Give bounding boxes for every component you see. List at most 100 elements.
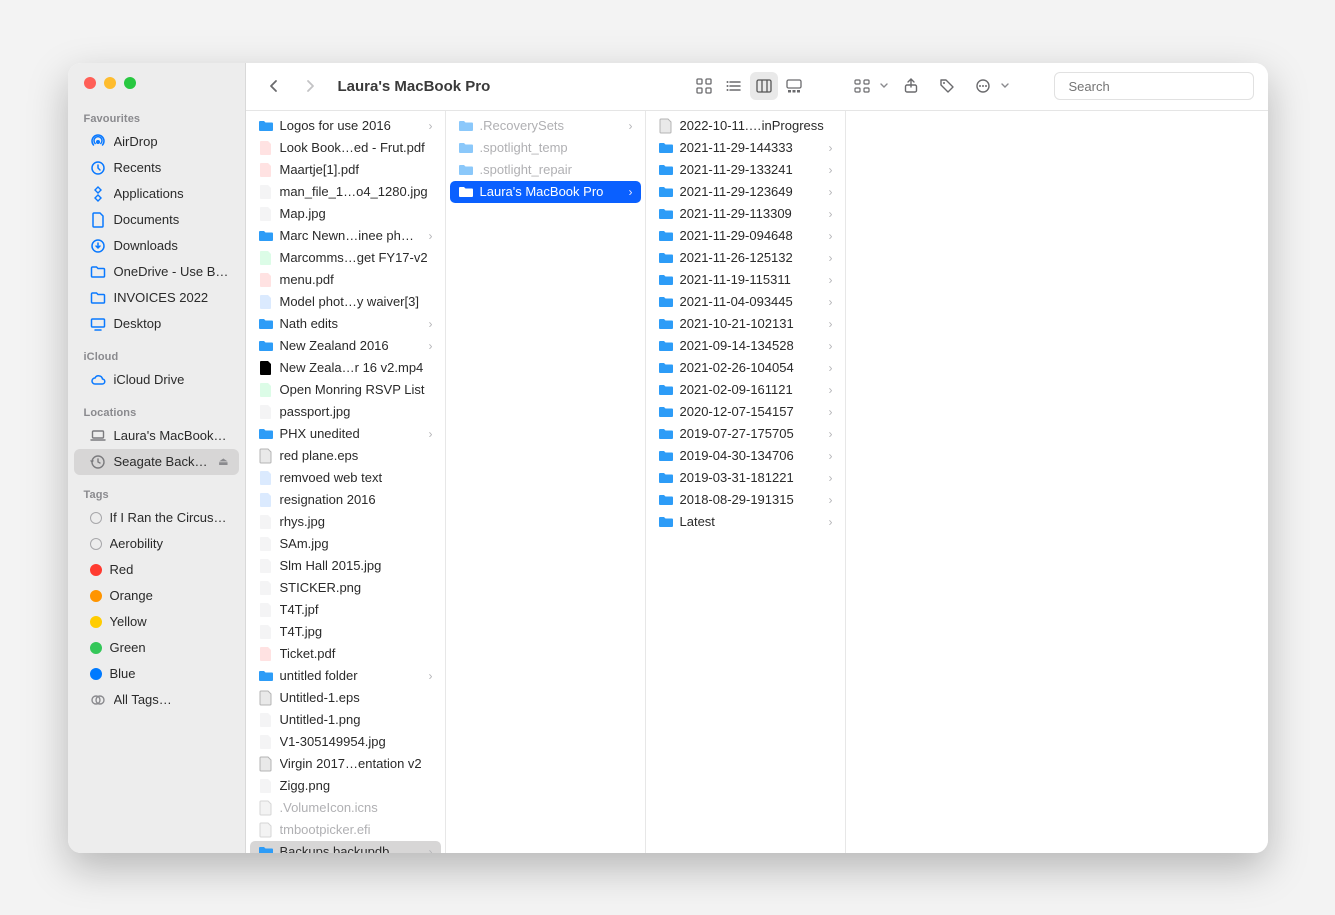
column-2[interactable]: 2022-10-11.…inProgress2021-11-29-144333›… — [646, 111, 846, 853]
file-row[interactable]: Map.jpg — [250, 203, 441, 225]
sidebar-item[interactable]: Downloads — [74, 233, 239, 259]
file-row[interactable]: resignation 2016 — [250, 489, 441, 511]
file-row[interactable]: tmbootpicker.efi — [250, 819, 441, 841]
file-row[interactable]: SAm.jpg — [250, 533, 441, 555]
file-row[interactable]: Look Book…ed - Frut.pdf — [250, 137, 441, 159]
file-row[interactable]: STICKER.png — [250, 577, 441, 599]
sidebar-item[interactable]: Seagate Backu…⏏ — [74, 449, 239, 475]
view-list-button[interactable] — [720, 72, 748, 100]
file-row[interactable]: 2021-11-26-125132› — [650, 247, 841, 269]
file-row[interactable]: 2019-04-30-134706› — [650, 445, 841, 467]
file-row[interactable]: Laura's MacBook Pro› — [450, 181, 641, 203]
tags-button[interactable] — [933, 72, 961, 100]
fullscreen-button[interactable] — [124, 77, 136, 89]
back-button[interactable] — [260, 72, 288, 100]
file-row[interactable]: Model phot…y waiver[3] — [250, 291, 441, 313]
share-button[interactable] — [897, 72, 925, 100]
file-row[interactable]: 2021-02-09-161121› — [650, 379, 841, 401]
file-row[interactable]: Slm Hall 2015.jpg — [250, 555, 441, 577]
sidebar-item[interactable]: Yellow — [74, 609, 239, 635]
sidebar-item[interactable]: If I Ran the Circus… — [74, 505, 239, 531]
file-row[interactable]: Untitled-1.eps — [250, 687, 441, 709]
file-row[interactable]: Zigg.png — [250, 775, 441, 797]
sidebar-item[interactable]: Red — [74, 557, 239, 583]
sidebar-item[interactable]: Recents — [74, 155, 239, 181]
file-row[interactable]: 2019-07-27-175705› — [650, 423, 841, 445]
file-row[interactable]: 2021-11-19-115311› — [650, 269, 841, 291]
sidebar-item[interactable]: iCloud Drive — [74, 367, 239, 393]
file-row[interactable]: Latest› — [650, 511, 841, 533]
file-row[interactable]: Virgin 2017…entation v2 — [250, 753, 441, 775]
file-row[interactable]: 2021-11-29-123649› — [650, 181, 841, 203]
file-row[interactable]: PHX unedited› — [250, 423, 441, 445]
file-row[interactable]: Open Monring RSVP List — [250, 379, 441, 401]
file-row[interactable]: menu.pdf — [250, 269, 441, 291]
file-row[interactable]: Logos for use 2016› — [250, 115, 441, 137]
search-input[interactable] — [1069, 79, 1245, 94]
file-row[interactable]: T4T.jpg — [250, 621, 441, 643]
sidebar-item[interactable]: Desktop — [74, 311, 239, 337]
file-row[interactable]: Nath edits› — [250, 313, 441, 335]
file-row[interactable]: Maartje[1].pdf — [250, 159, 441, 181]
minimize-button[interactable] — [104, 77, 116, 89]
column-0[interactable]: Logos for use 2016›Look Book…ed - Frut.p… — [246, 111, 446, 853]
actions-menu-button[interactable] — [969, 72, 997, 100]
folder-icon — [258, 844, 274, 853]
sidebar-item-label: All Tags… — [114, 692, 172, 707]
file-row[interactable]: 2020-12-07-154157› — [650, 401, 841, 423]
view-columns-button[interactable] — [750, 72, 778, 100]
forward-button[interactable] — [296, 72, 324, 100]
sidebar-item[interactable]: Applications — [74, 181, 239, 207]
file-row[interactable]: Marcomms…get FY17-v2 — [250, 247, 441, 269]
file-row[interactable]: 2021-10-21-102131› — [650, 313, 841, 335]
file-row[interactable]: passport.jpg — [250, 401, 441, 423]
file-name: Marcomms…get FY17-v2 — [280, 250, 433, 265]
file-row[interactable]: untitled folder› — [250, 665, 441, 687]
file-row[interactable]: Untitled-1.png — [250, 709, 441, 731]
sidebar-item[interactable]: INVOICES 2022 — [74, 285, 239, 311]
file-row[interactable]: 2021-11-04-093445› — [650, 291, 841, 313]
file-row[interactable]: 2022-10-11.…inProgress — [650, 115, 841, 137]
file-row[interactable]: .spotlight_temp — [450, 137, 641, 159]
file-row[interactable]: 2021-11-29-133241› — [650, 159, 841, 181]
file-row[interactable]: Ticket.pdf — [250, 643, 441, 665]
sidebar-item[interactable]: Laura's MacBook… — [74, 423, 239, 449]
file-row[interactable]: .RecoverySets› — [450, 115, 641, 137]
sidebar-item[interactable]: Blue — [74, 661, 239, 687]
file-row[interactable]: 2021-11-29-113309› — [650, 203, 841, 225]
file-row[interactable]: 2021-02-26-104054› — [650, 357, 841, 379]
download-icon — [90, 238, 106, 254]
file-row[interactable]: 2021-11-29-094648› — [650, 225, 841, 247]
column-1[interactable]: .RecoverySets›.spotlight_temp.spotlight_… — [446, 111, 646, 853]
sidebar-item[interactable]: OneDrive - Use Be… — [74, 259, 239, 285]
group-by-button[interactable] — [848, 72, 876, 100]
sidebar-item[interactable]: All Tags… — [74, 687, 239, 713]
file-row[interactable]: 2021-09-14-134528› — [650, 335, 841, 357]
file-row[interactable]: rhys.jpg — [250, 511, 441, 533]
close-button[interactable] — [84, 77, 96, 89]
chevron-right-icon: › — [427, 669, 433, 683]
search-field[interactable] — [1054, 72, 1254, 100]
file-row[interactable]: Backups.backupdb› — [250, 841, 441, 853]
file-row[interactable]: T4T.jpf — [250, 599, 441, 621]
view-icons-button[interactable] — [690, 72, 718, 100]
file-row[interactable]: remvoed web text — [250, 467, 441, 489]
file-row[interactable]: Marc Newn…inee photos› — [250, 225, 441, 247]
file-row[interactable]: V1-305149954.jpg — [250, 731, 441, 753]
file-row[interactable]: New Zeala…r 16 v2.mp4 — [250, 357, 441, 379]
sidebar-item[interactable]: Orange — [74, 583, 239, 609]
file-row[interactable]: New Zealand 2016› — [250, 335, 441, 357]
file-row[interactable]: 2019-03-31-181221› — [650, 467, 841, 489]
file-row[interactable]: man_file_1…o4_1280.jpg — [250, 181, 441, 203]
eject-icon[interactable]: ⏏ — [218, 455, 228, 468]
file-row[interactable]: 2018-08-29-191315› — [650, 489, 841, 511]
sidebar-item[interactable]: Green — [74, 635, 239, 661]
sidebar-item[interactable]: Documents — [74, 207, 239, 233]
sidebar-item[interactable]: Aerobility — [74, 531, 239, 557]
file-row[interactable]: 2021-11-29-144333› — [650, 137, 841, 159]
file-row[interactable]: red plane.eps — [250, 445, 441, 467]
file-row[interactable]: .VolumeIcon.icns — [250, 797, 441, 819]
sidebar-item[interactable]: AirDrop — [74, 129, 239, 155]
view-gallery-button[interactable] — [780, 72, 808, 100]
file-row[interactable]: .spotlight_repair — [450, 159, 641, 181]
